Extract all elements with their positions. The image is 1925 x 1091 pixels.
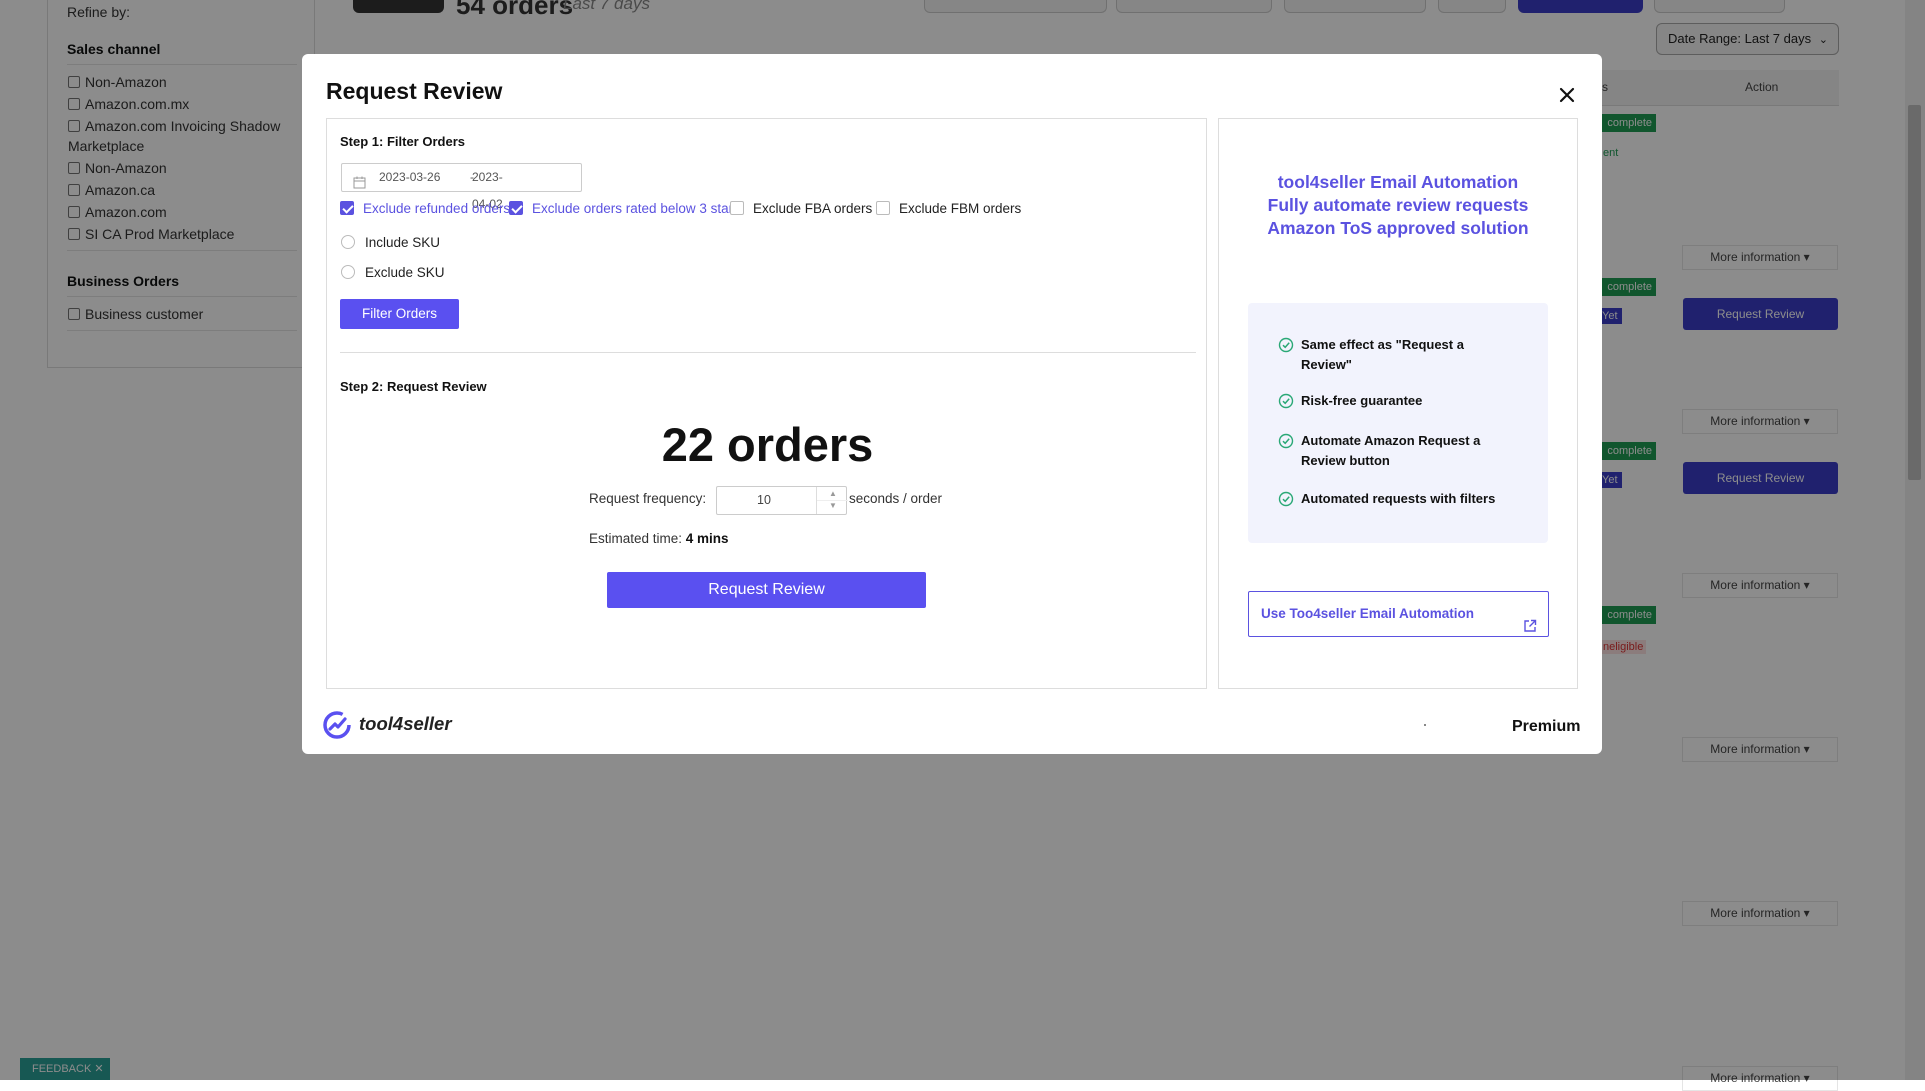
checkbox-checked[interactable] [340, 201, 354, 215]
promo-line: Amazon ToS approved solution [1267, 218, 1529, 238]
request-review-modal: Request Review Step 1: Filter Orders 202… [302, 54, 1602, 754]
radio-button[interactable] [341, 265, 355, 279]
exclude-sku-radio[interactable]: Exclude SKU [341, 264, 445, 282]
check-circle-icon [1278, 337, 1294, 359]
promo-line: tool4seller Email Automation [1277, 172, 1519, 192]
promo-panel: tool4seller Email Automation Fully autom… [1218, 118, 1578, 689]
date-range-picker[interactable]: 2023-03-26 - 2023-04-02 [341, 163, 582, 211]
exclude-fba-checkbox[interactable]: Exclude FBA orders [730, 200, 872, 218]
close-icon[interactable] [1552, 80, 1582, 110]
tool4seller-logo-icon [322, 710, 352, 745]
frequency-unit: seconds / order [849, 491, 943, 506]
estimated-time-value: 4 mins [685, 531, 729, 546]
checkbox[interactable] [730, 201, 744, 215]
exclude-refunded-checkbox[interactable]: Exclude refunded orders [340, 200, 510, 218]
check-circle-icon [1278, 393, 1294, 415]
include-sku-radio[interactable]: Include SKU [341, 234, 440, 252]
modal-title: Request Review [326, 78, 503, 104]
brand-name: tool4seller [359, 713, 452, 734]
frequency-label: Request frequency: [589, 491, 707, 506]
date-start[interactable]: 2023-03-26 [379, 164, 440, 191]
estimated-time: Estimated time: 4 mins [589, 531, 729, 546]
frequency-input[interactable]: 10 ▲ ▼ [716, 486, 848, 515]
use-email-automation-button[interactable]: Use Too4seller Email Automation [1248, 591, 1549, 637]
order-count: 22 orders [661, 418, 874, 471]
step2-title: Step 2: Request Review [340, 379, 487, 394]
check-circle-icon [1278, 433, 1294, 455]
frequency-value[interactable]: 10 [757, 487, 771, 514]
calendar-icon [353, 172, 366, 199]
filter-orders-button[interactable]: Filter Orders [340, 299, 459, 329]
radio-button[interactable] [341, 235, 355, 249]
close-button[interactable] [1552, 80, 1582, 110]
feature-list: Same effect as "Request a Review" Risk-f… [1248, 303, 1548, 543]
plan-label: Premium [1512, 718, 1581, 735]
external-link-icon [1523, 607, 1537, 651]
step1-title: Step 1: Filter Orders [340, 134, 465, 149]
filter-panel: Step 1: Filter Orders 2023-03-26 - 2023-… [326, 118, 1207, 689]
frequency-stepper[interactable]: ▲ ▼ [816, 487, 848, 514]
decoration-dot [1424, 724, 1426, 726]
check-circle-icon [1278, 491, 1294, 513]
checkbox-checked[interactable] [509, 201, 523, 215]
step-divider [340, 352, 1196, 353]
checkbox[interactable] [876, 201, 890, 215]
exclude-fbm-checkbox[interactable]: Exclude FBM orders [876, 200, 1021, 218]
chevron-down-icon[interactable]: ▼ [829, 502, 837, 510]
chevron-up-icon[interactable]: ▲ [829, 490, 837, 498]
promo-line: Fully automate review requests [1267, 195, 1529, 215]
request-review-button[interactable]: Request Review [607, 572, 926, 608]
exclude-low-rated-checkbox[interactable]: Exclude orders rated below 3 stars [509, 200, 740, 218]
